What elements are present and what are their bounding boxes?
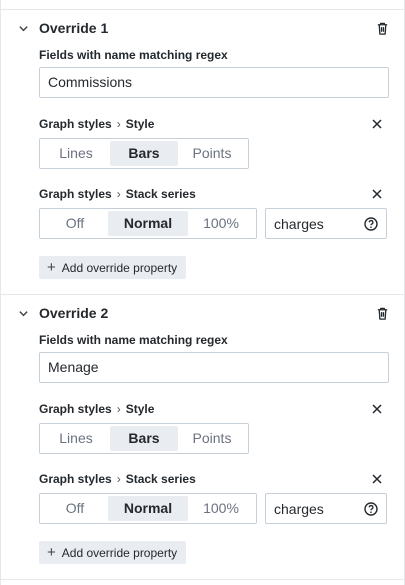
override-title: Override 2 xyxy=(39,305,109,321)
matcher-input[interactable]: Menage xyxy=(39,352,389,383)
add-override-property-label: Add override property xyxy=(61,545,178,560)
add-override-property-button[interactable]: + Add override property xyxy=(39,541,187,564)
stack-row: Off Normal 100% charges xyxy=(39,208,387,239)
trash-icon[interactable] xyxy=(372,303,392,323)
style-radio-group: Lines Bars Points xyxy=(39,138,249,169)
style-property-header: Graph styles › Style xyxy=(39,114,387,134)
plus-icon: + xyxy=(47,259,56,276)
style-option-points[interactable]: Points xyxy=(178,141,246,166)
stack-option-normal[interactable]: Normal xyxy=(108,211,188,236)
plus-icon: + xyxy=(47,544,56,561)
stack-property-header: Graph styles › Stack series xyxy=(39,469,387,489)
property-category: Graph styles xyxy=(39,472,112,486)
property-name: Stack series xyxy=(125,472,196,486)
chevron-right-icon: › xyxy=(116,117,121,131)
close-icon[interactable] xyxy=(369,401,385,417)
override-body: Fields with name matching regex Commissi… xyxy=(1,46,404,279)
property-name: Style xyxy=(125,117,155,131)
property-name: Style xyxy=(125,402,155,416)
style-option-bars[interactable]: Bars xyxy=(110,426,178,451)
close-icon[interactable] xyxy=(369,116,385,132)
override-title: Override 1 xyxy=(39,20,109,36)
stack-radio-group: Off Normal 100% xyxy=(39,493,257,524)
style-radio-group: Lines Bars Points xyxy=(39,423,249,454)
close-icon[interactable] xyxy=(369,186,385,202)
chevron-right-icon: › xyxy=(116,472,121,486)
style-property-header: Graph styles › Style xyxy=(39,399,387,419)
trash-icon[interactable] xyxy=(372,18,392,38)
matcher-input[interactable]: Commissions xyxy=(39,67,389,98)
overrides-panel: Override 1 Fields with name matching reg… xyxy=(0,0,405,585)
style-option-points[interactable]: Points xyxy=(178,426,246,451)
matcher-label: Fields with name matching regex xyxy=(39,48,228,62)
stack-option-off[interactable]: Off xyxy=(42,211,108,236)
property-category: Graph styles xyxy=(39,402,112,416)
matcher-label: Fields with name matching regex xyxy=(39,333,228,347)
chevron-right-icon: › xyxy=(116,187,121,201)
override-section: Override 2 Fields with name matching reg… xyxy=(1,295,404,580)
close-icon[interactable] xyxy=(369,471,385,487)
style-option-lines[interactable]: Lines xyxy=(42,426,110,451)
stack-row: Off Normal 100% charges xyxy=(39,493,387,524)
stack-option-100[interactable]: 100% xyxy=(188,211,254,236)
question-circle-icon[interactable] xyxy=(364,501,378,516)
property-name: Stack series xyxy=(125,187,196,201)
panel-top-divider xyxy=(1,0,404,10)
style-option-bars[interactable]: Bars xyxy=(110,141,178,166)
stack-radio-group: Off Normal 100% xyxy=(39,208,257,239)
stack-group-value: charges xyxy=(274,215,324,232)
stack-group-value: charges xyxy=(274,500,324,517)
stack-group-input[interactable]: charges xyxy=(265,208,387,239)
chevron-down-icon[interactable] xyxy=(15,305,31,321)
style-option-lines[interactable]: Lines xyxy=(42,141,110,166)
property-category: Graph styles xyxy=(39,187,112,201)
override-header[interactable]: Override 2 xyxy=(1,295,404,331)
question-circle-icon[interactable] xyxy=(364,216,378,231)
stack-option-off[interactable]: Off xyxy=(42,496,108,521)
chevron-down-icon[interactable] xyxy=(15,20,31,36)
stack-group-input[interactable]: charges xyxy=(265,493,387,524)
property-category: Graph styles xyxy=(39,117,112,131)
add-override-property-button[interactable]: + Add override property xyxy=(39,256,187,279)
stack-option-normal[interactable]: Normal xyxy=(108,496,188,521)
override-body: Fields with name matching regex Menage G… xyxy=(1,331,404,564)
override-header[interactable]: Override 1 xyxy=(1,10,404,46)
add-override-property-label: Add override property xyxy=(61,260,178,275)
stack-option-100[interactable]: 100% xyxy=(188,496,254,521)
chevron-right-icon: › xyxy=(116,402,121,416)
stack-property-header: Graph styles › Stack series xyxy=(39,184,387,204)
override-section: Override 1 Fields with name matching reg… xyxy=(1,10,404,295)
